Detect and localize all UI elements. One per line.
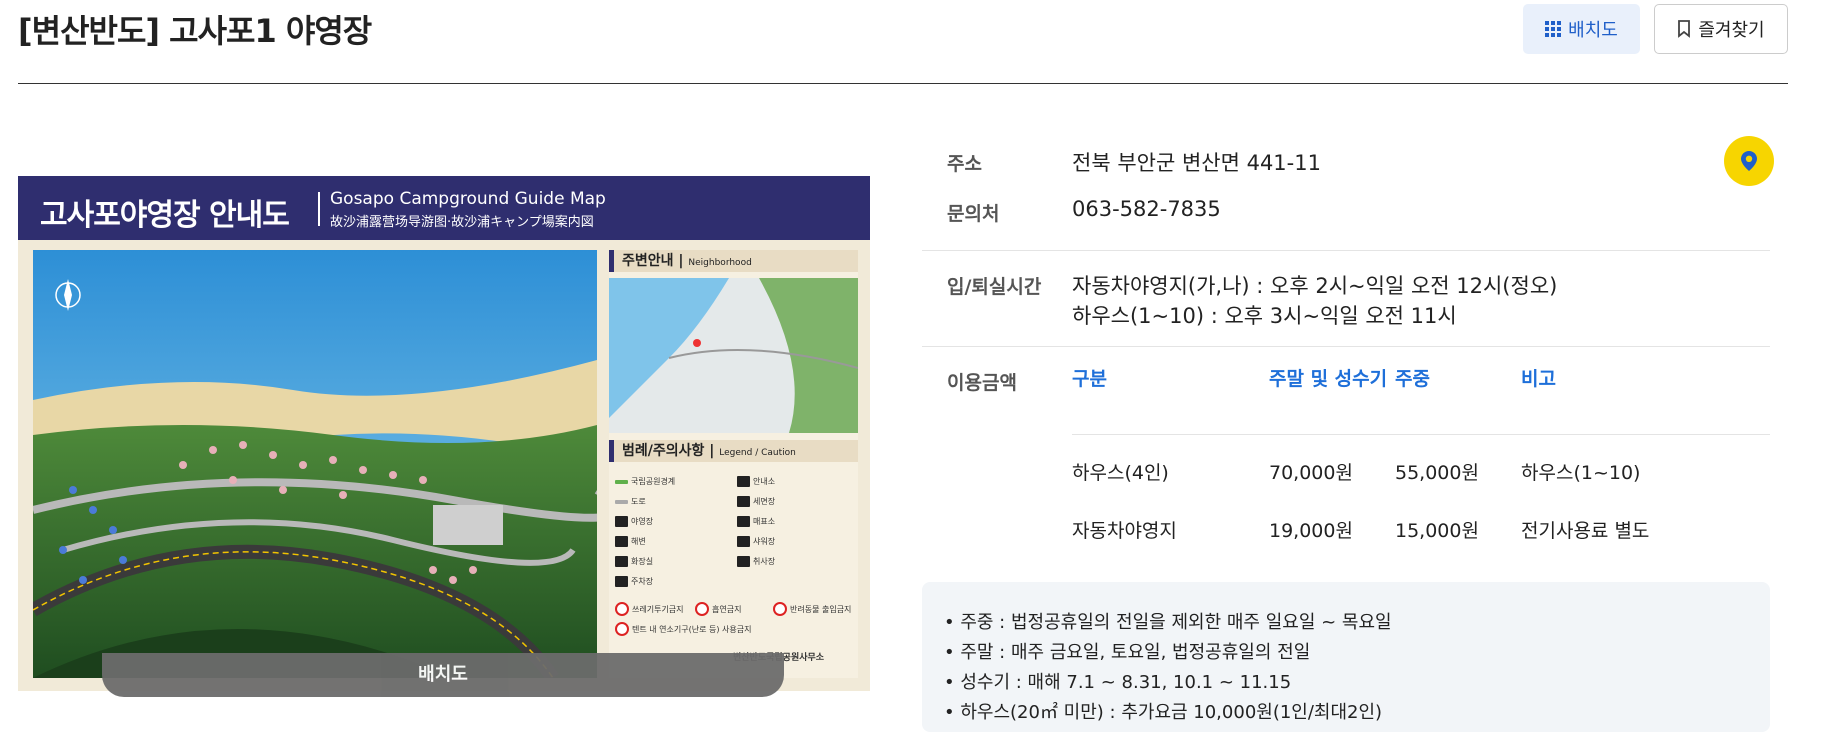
map-title: 고사포야영장 안내도 [40,198,290,233]
checkin-line-2: 하우스(1~10) : 오후 3시~익일 오전 11시 [1072,304,1457,328]
legend-item: 해변 [615,536,646,547]
location-pin-button[interactable] [1724,136,1774,186]
price-header-category: 구분 [1072,368,1107,390]
notes-box: • 주중 : 법정공휴일의 전일을 제외한 매주 일요일 ~ 목요일 • 주말 … [922,582,1770,732]
bookmark-icon [1678,20,1691,38]
table-cell: 19,000원 [1269,520,1353,542]
map-header: 고사포야영장 안내도 Gosapo Campground Guide Map 故… [18,176,870,240]
legend-heading: 범례/주의사항 | Legend / Caution [609,440,858,462]
favorite-button[interactable]: 즐겨찾기 [1654,4,1788,54]
table-cell: 하우스(1~10) [1521,462,1641,484]
note-item: • 하우스(20㎡ 미만) : 추가요금 10,000원(1인/최대2인) [944,702,1383,723]
table-cell: 하우스(4인) [1072,462,1169,484]
table-divider [1072,434,1770,435]
legend-item: 쓰레기투기금지 [615,602,684,616]
page-header: [변산반도] 고사포1 야영장 배치도 즐겨찾기 [18,0,1788,84]
legend-item: 매표소 [737,516,775,527]
map-button-label: 배치도 [1568,20,1618,41]
legend-item: 샤워장 [737,536,775,547]
legend-item: 화장실 [615,556,653,567]
legend-item: 도로 [615,496,646,507]
map-title-cn: 故沙浦露营场导游图·故沙浦キャンプ場案内図 [330,215,594,230]
legend-item: 안내소 [737,476,775,487]
legend-item: 주차장 [615,576,653,587]
table-cell: 자동차야영지 [1072,520,1177,542]
price-header-weekend: 주말 및 성수기 [1269,368,1388,390]
divider [922,250,1770,251]
campground-map-image[interactable]: 고사포야영장 안내도 Gosapo Campground Guide Map 故… [18,176,870,691]
map-caption: 배치도 [102,653,784,697]
neighborhood-heading: 주변안내 | Neighborhood [609,250,858,272]
price-header-weekday: 주중 [1395,368,1430,390]
map-title-en: Gosapo Campground Guide Map [330,189,606,209]
legend-item: 국립공원경계 [615,476,675,487]
address-value: 전북 부안군 변산면 441-11 [1072,151,1321,175]
price-header-note: 비고 [1521,368,1556,390]
neighborhood-map [609,278,858,433]
checkin-line-1: 자동차야영지(가,나) : 오후 2시~익일 오전 12시(정오) [1072,274,1558,298]
legend-item: 세면장 [737,496,775,507]
divider [922,346,1770,347]
page-title: [변산반도] 고사포1 야영장 [18,12,372,50]
table-cell: 전기사용료 별도 [1521,520,1650,542]
note-item: • 주중 : 법정공휴일의 전일을 제외한 매주 일요일 ~ 목요일 [944,612,1392,633]
note-item: • 주말 : 매주 금요일, 토요일, 법정공휴일의 전일 [944,642,1311,663]
address-label: 주소 [947,153,982,175]
aerial-campground-map [33,250,597,678]
map-sidebar: 주변안내 | Neighborhood 범례/주의사항 | Legend / C… [609,250,858,678]
phone-value: 063-582-7835 [1072,197,1221,221]
table-cell: 70,000원 [1269,462,1353,484]
legend-item: 취사장 [737,556,775,567]
table-cell: 15,000원 [1395,520,1479,542]
table-cell: 55,000원 [1395,462,1479,484]
favorite-button-label: 즐겨찾기 [1698,20,1765,41]
location-pin-icon [1741,151,1757,171]
legend: 국립공원경계 안내소 도로 세면장 야영장 매표소 해변 샤워장 화장실 취사장… [613,472,854,672]
note-item: • 성수기 : 매해 7.1 ~ 8.31, 10.1 ~ 11.15 [944,672,1292,693]
map-button[interactable]: 배치도 [1523,4,1640,54]
map-title-divider [318,192,320,226]
grid-icon [1545,21,1562,37]
legend-item: 야영장 [615,516,653,527]
legend-item: 흡연금지 [695,602,741,616]
legend-item: 텐트 내 연소기구(난로 등) 사용금지 [615,622,751,636]
phone-label: 문의처 [947,203,1000,225]
price-label: 이용금액 [947,372,1017,394]
legend-item: 반려동물 출입금지 [773,602,851,616]
checkin-label: 입/퇴실시간 [947,276,1042,298]
